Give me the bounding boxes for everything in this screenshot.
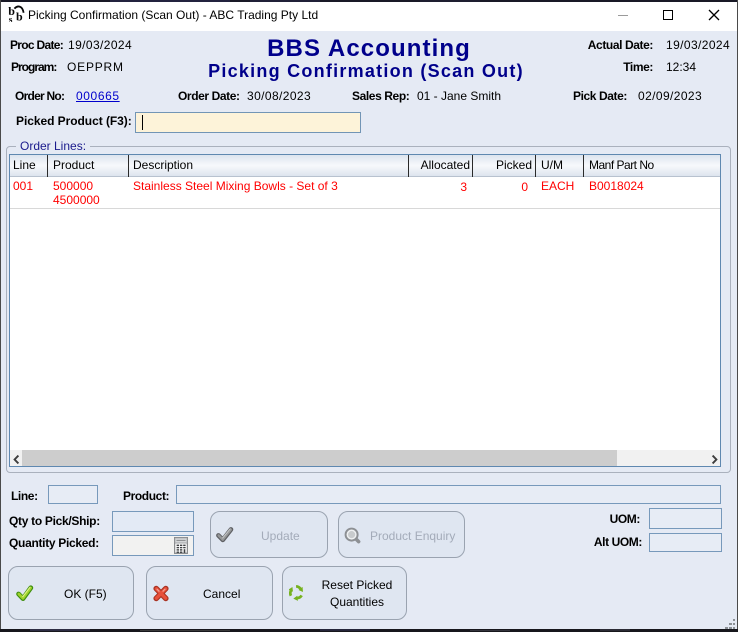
svg-text:s: s (9, 16, 13, 22)
svg-text:b: b (16, 9, 23, 22)
